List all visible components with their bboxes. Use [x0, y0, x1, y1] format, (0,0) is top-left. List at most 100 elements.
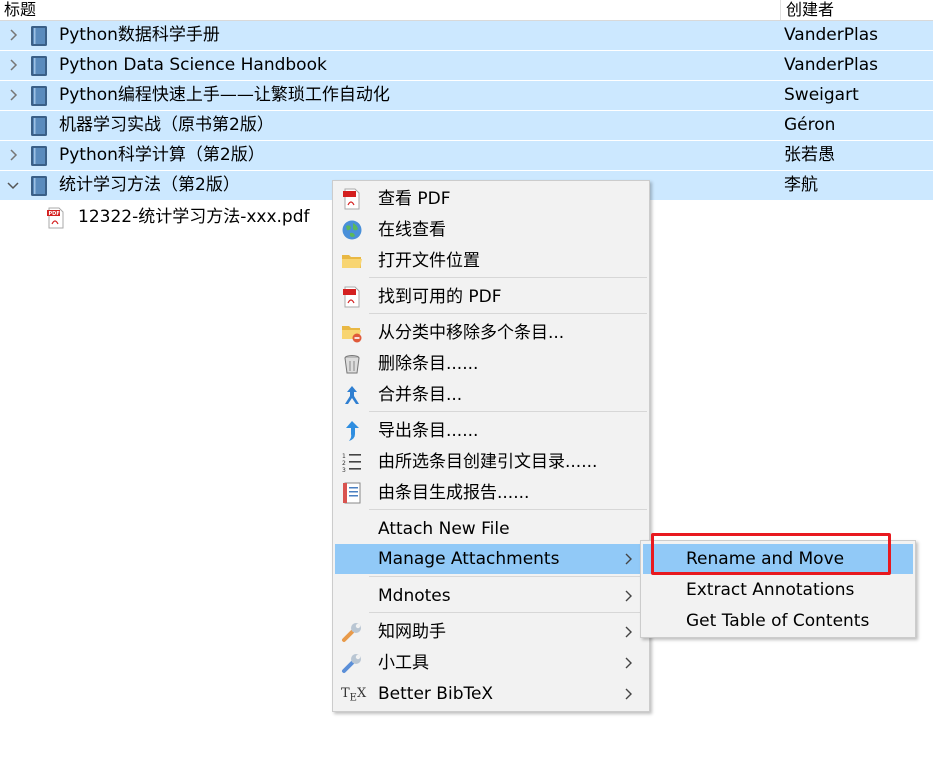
svg-text:3: 3	[342, 467, 346, 473]
item-row[interactable]: 机器学习实战（原书第2版） Géron	[0, 111, 933, 141]
menu-item-label: Better BibTeX	[378, 684, 494, 704]
pdf-icon: PDF	[47, 207, 64, 229]
menu-item-label: 查看 PDF	[378, 189, 451, 209]
item-title: Python科学计算（第2版）	[59, 145, 265, 165]
trash-icon	[344, 355, 360, 374]
menu-item-label: Mdnotes	[378, 586, 451, 606]
svg-text:2: 2	[342, 460, 346, 467]
menu-item-view-pdf[interactable]: 查看 PDF	[335, 184, 647, 214]
book-icon	[31, 116, 47, 136]
menu-item-label: 知网助手	[378, 622, 446, 642]
svg-text:1: 1	[342, 453, 346, 460]
menu-item-label: 导出条目......	[378, 421, 479, 441]
item-title: Python数据科学手册	[59, 25, 220, 45]
menu-item-label: 找到可用的 PDF	[378, 287, 502, 307]
chevron-right-icon[interactable]	[6, 148, 20, 162]
item-row[interactable]: Python科学计算（第2版） 张若愚	[0, 141, 933, 171]
annotation-highlight-box	[651, 533, 891, 575]
item-creator: 张若愚	[784, 145, 835, 165]
submenu-item-extract-annotations[interactable]: Extract Annotations	[643, 575, 913, 605]
book-icon	[31, 176, 47, 196]
menu-item-create-bibliography[interactable]: 123 由所选条目创建引文目录......	[335, 447, 647, 477]
book-icon	[31, 56, 47, 76]
tex-icon: TEX	[341, 686, 367, 704]
wrench-icon	[342, 654, 361, 673]
menu-item-label: 从分类中移除多个条目...	[378, 323, 565, 343]
chevron-right-icon	[625, 553, 632, 565]
menu-item-open-file-location[interactable]: 打开文件位置	[335, 246, 647, 276]
item-title: 统计学习方法（第2版）	[59, 175, 240, 195]
menu-item-tools[interactable]: 小工具	[335, 648, 647, 678]
menu-separator	[369, 612, 647, 613]
menu-item-label: Get Table of Contents	[686, 611, 870, 631]
svg-text:PDF: PDF	[49, 211, 60, 217]
menu-separator	[369, 313, 647, 314]
item-creator: Géron	[784, 115, 836, 135]
menu-item-label: 由条目生成报告......	[378, 483, 530, 503]
chevron-right-icon	[625, 626, 632, 638]
menu-item-cnki-helper[interactable]: 知网助手	[335, 617, 647, 647]
chevron-right-icon	[625, 590, 632, 602]
menu-separator	[369, 277, 647, 278]
context-menu: 查看 PDF 在线查看 打开文件位置 找到可用的 PDF 从分类中移除多个条目.…	[332, 180, 650, 712]
book-icon	[31, 146, 47, 166]
menu-item-merge[interactable]: 合并条目...	[335, 380, 647, 410]
item-row[interactable]: Python Data Science Handbook VanderPlas	[0, 51, 933, 81]
bibliography-icon: 123	[342, 453, 361, 473]
chevron-right-icon	[625, 657, 632, 669]
menu-item-mdnotes[interactable]: Mdnotes	[335, 581, 647, 611]
attachment-title: 12322-统计学习方法-xxx.pdf	[78, 207, 310, 227]
menu-item-label: 删除条目......	[378, 354, 479, 374]
globe-icon	[342, 220, 362, 240]
folder-remove-icon	[342, 326, 362, 343]
folder-icon	[342, 255, 362, 268]
chevron-right-icon[interactable]	[6, 88, 20, 102]
menu-item-better-bibtex[interactable]: TEX Better BibTeX	[335, 679, 647, 709]
pdf-icon	[343, 188, 360, 210]
menu-item-attach-new-file[interactable]: Attach New File	[335, 514, 647, 544]
menu-item-remove-from-collection[interactable]: 从分类中移除多个条目...	[335, 318, 647, 348]
submenu-item-get-table-of-contents[interactable]: Get Table of Contents	[643, 606, 913, 636]
chevron-right-icon[interactable]	[6, 28, 20, 42]
column-header: 标题 创建者	[0, 0, 933, 21]
menu-item-label: 在线查看	[378, 220, 446, 240]
menu-item-generate-report[interactable]: 由条目生成报告......	[335, 478, 647, 508]
merge-icon	[345, 386, 359, 404]
item-row[interactable]: Python编程快速上手——让繁琐工作自动化 Sweigart	[0, 81, 933, 111]
item-title: Python编程快速上手——让繁琐工作自动化	[59, 85, 390, 105]
item-creator: VanderPlas	[784, 55, 878, 75]
menu-item-label: 由所选条目创建引文目录......	[378, 452, 598, 472]
menu-item-label: 合并条目...	[378, 385, 463, 405]
report-icon	[343, 482, 361, 504]
column-creator-header[interactable]: 创建者	[786, 0, 834, 20]
menu-item-manage-attachments[interactable]: Manage Attachments	[335, 544, 647, 574]
book-icon	[31, 86, 47, 106]
chevron-down-icon[interactable]	[6, 178, 20, 192]
book-icon	[31, 26, 47, 46]
item-title: 机器学习实战（原书第2版）	[59, 115, 274, 135]
menu-item-delete[interactable]: 删除条目......	[335, 349, 647, 379]
pdf-icon	[343, 286, 360, 308]
menu-separator	[369, 509, 647, 510]
chevron-right-icon[interactable]	[6, 58, 20, 72]
export-icon	[346, 421, 359, 441]
column-title-header[interactable]: 标题	[4, 0, 36, 20]
menu-item-label: Extract Annotations	[686, 580, 855, 600]
menu-separator	[369, 411, 647, 412]
menu-item-label: 打开文件位置	[378, 251, 480, 271]
column-divider[interactable]	[780, 0, 781, 20]
menu-item-export[interactable]: 导出条目......	[335, 416, 647, 446]
menu-item-label: 小工具	[378, 653, 429, 673]
menu-separator	[369, 576, 647, 577]
item-title: Python Data Science Handbook	[59, 55, 327, 75]
chevron-right-icon	[625, 688, 632, 700]
item-creator: Sweigart	[784, 85, 859, 105]
menu-item-view-online[interactable]: 在线查看	[335, 215, 647, 245]
wrench-icon	[342, 623, 361, 642]
menu-item-label: Attach New File	[378, 519, 510, 539]
menu-item-label: Manage Attachments	[378, 549, 560, 569]
item-row[interactable]: Python数据科学手册 VanderPlas	[0, 21, 933, 51]
menu-item-find-pdf[interactable]: 找到可用的 PDF	[335, 282, 647, 312]
item-creator: VanderPlas	[784, 25, 878, 45]
item-creator: 李航	[784, 175, 818, 195]
